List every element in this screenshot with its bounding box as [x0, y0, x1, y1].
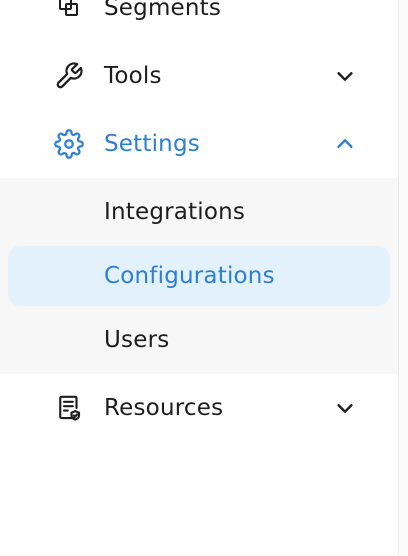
- sidebar-nav: Segments Tools Settings Integrations Con…: [0, 0, 398, 556]
- chevron-down-icon[interactable]: [334, 65, 356, 87]
- content-edge: [399, 0, 408, 556]
- nav-item-tools[interactable]: Tools: [0, 44, 398, 108]
- nav-item-label: Resources: [104, 395, 224, 421]
- chevron-down-icon[interactable]: [334, 397, 356, 419]
- submenu-item-label: Integrations: [104, 199, 246, 225]
- submenu-item-label: Configurations: [104, 263, 275, 289]
- nav-item-label: Tools: [104, 63, 162, 89]
- settings-submenu: Integrations Configurations Users: [0, 178, 398, 374]
- submenu-item-configurations[interactable]: Configurations: [8, 246, 390, 306]
- submenu-item-integrations[interactable]: Integrations: [8, 182, 390, 242]
- submenu-item-users[interactable]: Users: [8, 310, 390, 370]
- gear-icon: [54, 129, 84, 159]
- wrench-icon: [54, 61, 84, 91]
- segments-icon: [54, 0, 84, 23]
- nav-item-label: Settings: [104, 131, 200, 157]
- chevron-up-icon[interactable]: [334, 133, 356, 155]
- nav-item-label: Segments: [104, 0, 222, 21]
- submenu-item-label: Users: [104, 327, 170, 353]
- nav-item-settings[interactable]: Settings: [0, 112, 398, 176]
- document-check-icon: [54, 393, 84, 423]
- nav-item-resources[interactable]: Resources: [0, 376, 398, 440]
- nav-item-segments[interactable]: Segments: [0, 0, 398, 40]
